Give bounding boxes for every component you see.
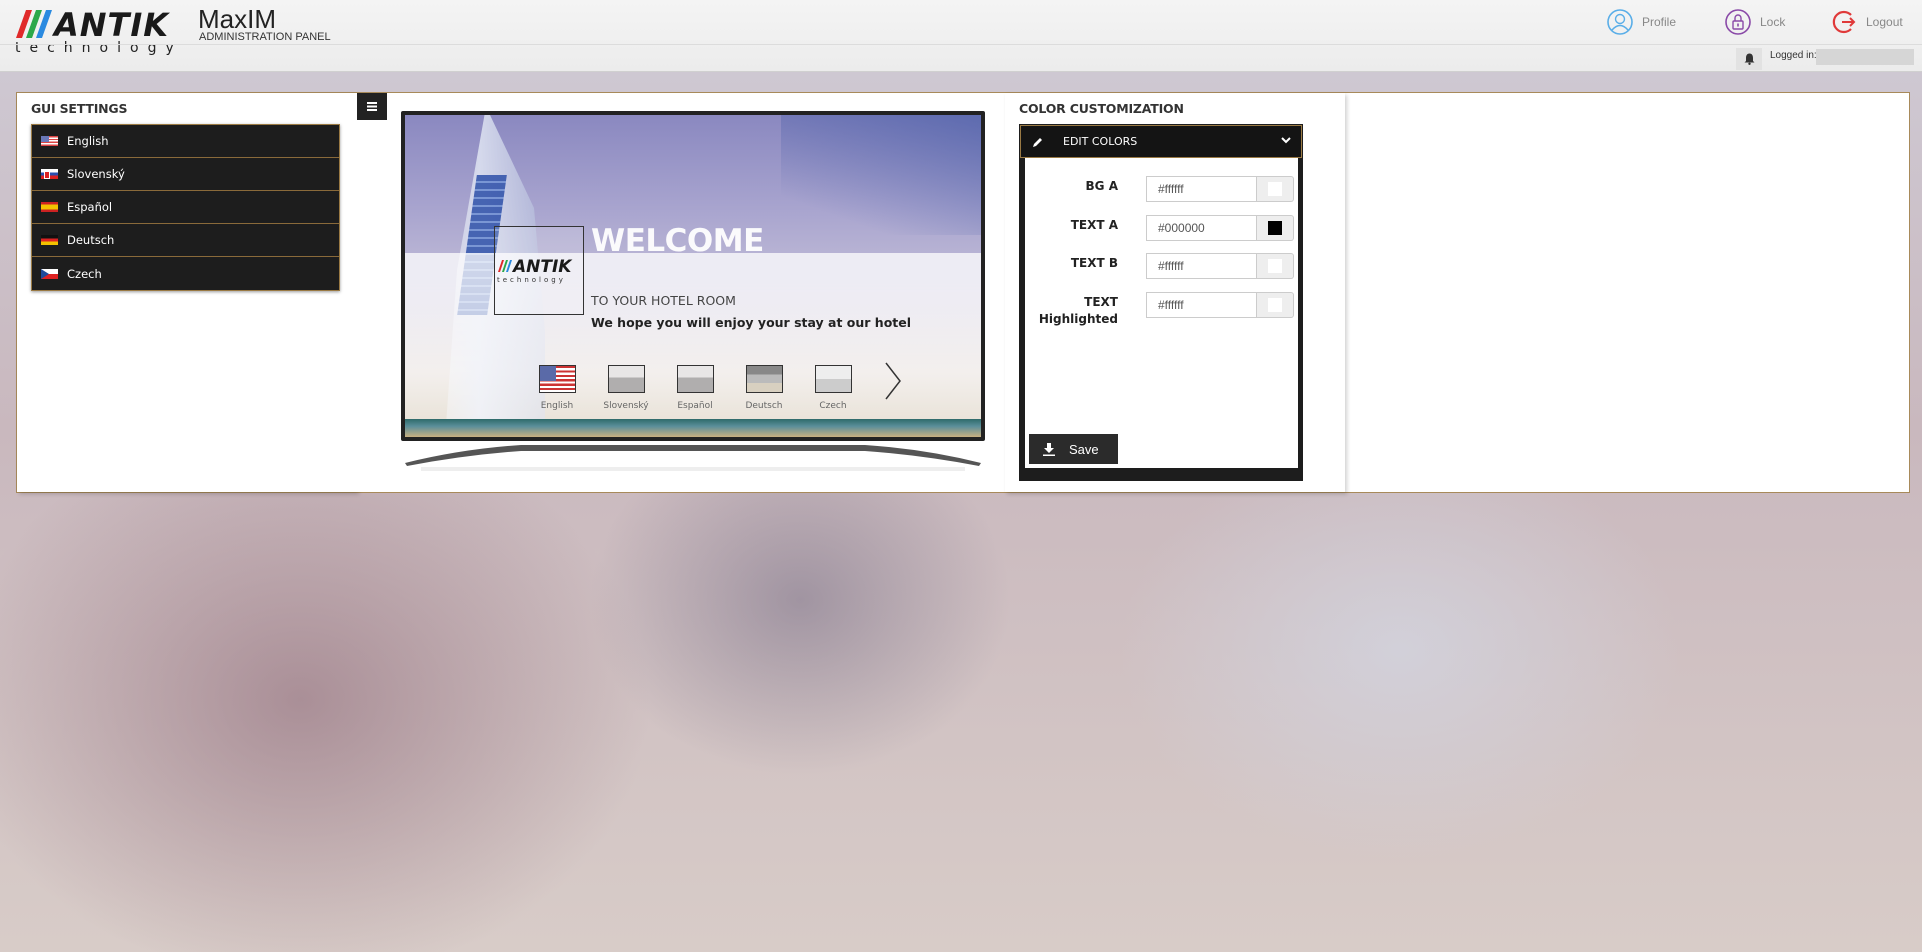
flag-de-icon <box>41 235 58 245</box>
tv-sea <box>405 419 981 437</box>
language-item-espanol[interactable]: Español <box>32 191 339 224</box>
save-label: Save <box>1069 441 1099 457</box>
app-header: ANTIK technology MaxIM ADMINISTRATION PA… <box>0 0 1922 72</box>
tv-screen: ANTIK technology WELCOME TO YOUR HOTEL R… <box>401 111 985 441</box>
language-list: English Slovenský Español Deutsch Czech <box>31 124 340 291</box>
text-highlighted-color-picker[interactable] <box>1257 292 1294 318</box>
flag-us-icon <box>41 136 58 146</box>
color-customization-title: COLOR CUSTOMIZATION <box>1019 101 1184 116</box>
tv-logo-subtext: technology <box>497 276 566 284</box>
tv-language-deutsch[interactable]: Deutsch <box>739 365 789 411</box>
main-content: GUI SETTINGS English Slovenský Español D… <box>16 92 1910 493</box>
tv-sky <box>781 115 981 235</box>
bell-icon <box>1744 53 1754 65</box>
color-customization-panel: COLOR CUSTOMIZATION EDIT COLORS BG A #ff… <box>1005 93 1345 492</box>
app-subtitle: ADMINISTRATION PANEL <box>199 31 331 43</box>
flag-es-icon <box>41 202 58 212</box>
tv-language-label: Deutsch <box>745 401 783 411</box>
header-subbar <box>0 44 1922 72</box>
tv-stand <box>405 445 981 471</box>
tv-logo-stripes-icon <box>498 260 512 272</box>
save-button[interactable]: Save <box>1029 434 1118 464</box>
language-label: Czech <box>67 266 102 281</box>
hamburger-icon <box>367 102 377 111</box>
language-item-deutsch[interactable]: Deutsch <box>32 224 339 257</box>
profile-label: Profile <box>1642 15 1677 29</box>
language-label: Slovenský <box>67 167 125 181</box>
tv-logo: ANTIK technology <box>494 226 584 315</box>
language-item-english[interactable]: English <box>32 125 339 158</box>
bg-a-input[interactable]: #ffffff <box>1146 176 1257 202</box>
language-item-czech[interactable]: Czech <box>32 257 339 290</box>
tv-language-slovensky[interactable]: Slovenský <box>601 365 651 411</box>
user-icon <box>1607 9 1633 35</box>
chevron-right-icon[interactable] <box>883 361 903 401</box>
color-swatch <box>1268 259 1282 273</box>
color-label: TEXT Highlighted <box>1038 295 1118 326</box>
edit-colors-header[interactable]: EDIT COLORS <box>1020 125 1302 158</box>
tv-language-selector: English Slovenský Español Deutsch Czech <box>532 365 858 411</box>
color-label: TEXT B <box>1070 256 1118 270</box>
logout-link[interactable]: Logout <box>1830 8 1903 36</box>
flag-cz-icon <box>814 365 852 393</box>
text-highlighted-input[interactable]: #ffffff <box>1146 292 1257 318</box>
logged-in-user <box>1816 49 1914 65</box>
tv-language-czech[interactable]: Czech <box>808 365 858 411</box>
flag-es-icon <box>676 365 714 393</box>
tv-message: We hope you will enjoy your stay at our … <box>591 315 912 330</box>
tv-logo-word: ANTIK <box>513 257 572 277</box>
bg-a-color-picker[interactable] <box>1257 176 1294 202</box>
logo-word: ANTIK <box>54 6 170 44</box>
tv-subtitle: TO YOUR HOTEL ROOM <box>591 293 736 308</box>
color-swatch <box>1268 182 1282 196</box>
flag-cz-icon <box>41 268 58 279</box>
preview-panel: ANTIK technology WELCOME TO YOUR HOTEL R… <box>357 93 1005 492</box>
profile-link[interactable]: Profile <box>1606 8 1676 36</box>
menu-toggle-button[interactable] <box>357 93 387 120</box>
text-b-color-picker[interactable] <box>1257 253 1294 279</box>
tv-language-label: Español <box>677 401 713 411</box>
color-label: BG A <box>1085 179 1118 193</box>
language-item-slovensky[interactable]: Slovenský <box>32 158 339 191</box>
text-a-input[interactable]: #000000 <box>1146 215 1257 241</box>
flag-sk-icon <box>41 169 58 179</box>
gui-settings-title: GUI SETTINGS <box>31 101 128 116</box>
tv-language-espanol[interactable]: Español <box>670 365 720 411</box>
download-icon <box>1043 442 1055 456</box>
color-label: TEXT A <box>1070 218 1118 232</box>
tv-language-label: Czech <box>819 401 847 411</box>
flag-us-icon <box>538 365 576 393</box>
lock-label: Lock <box>1760 15 1786 29</box>
lock-icon <box>1725 9 1751 35</box>
edit-colors-label: EDIT COLORS <box>1063 135 1138 148</box>
lock-link[interactable]: Lock <box>1724 8 1785 36</box>
tv-welcome-text: WELCOME <box>591 223 764 259</box>
color-swatch <box>1268 298 1282 312</box>
flag-de-icon <box>745 365 783 393</box>
gui-settings-panel: GUI SETTINGS English Slovenský Español D… <box>17 93 357 492</box>
text-b-input[interactable]: #ffffff <box>1146 253 1257 279</box>
edit-colors-body: BG A #ffffff TEXT A #000000 TEXT B #ffff… <box>1025 158 1298 468</box>
flag-sk-icon <box>607 365 645 393</box>
edit-colors-box: EDIT COLORS BG A #ffffff TEXT A #000000 <box>1019 124 1303 481</box>
text-a-color-picker[interactable] <box>1257 215 1294 241</box>
pencil-icon <box>1033 137 1042 147</box>
color-swatch <box>1268 221 1282 235</box>
tv-language-label: Slovenský <box>603 401 649 411</box>
logged-in-label: Logged in: <box>1770 50 1817 61</box>
logout-label: Logout <box>1866 15 1903 29</box>
tv-language-label: English <box>540 401 574 411</box>
language-label: Español <box>67 200 113 214</box>
tv-preview: ANTIK technology WELCOME TO YOUR HOTEL R… <box>401 111 985 483</box>
language-label: English <box>67 134 109 148</box>
language-label: Deutsch <box>67 233 115 247</box>
tv-language-english[interactable]: English <box>532 365 582 411</box>
chevron-down-icon <box>1281 137 1291 144</box>
logout-icon <box>1832 10 1856 34</box>
notifications-button[interactable] <box>1736 48 1762 70</box>
